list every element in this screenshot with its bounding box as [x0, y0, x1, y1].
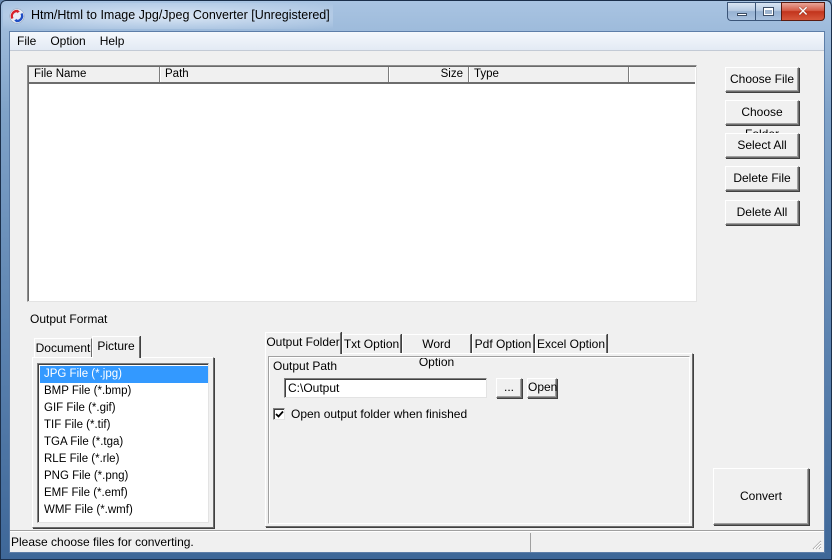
- tab-document[interactable]: Document: [34, 338, 92, 358]
- close-button[interactable]: ✕: [781, 2, 825, 21]
- menu-file[interactable]: File: [10, 32, 43, 50]
- tab-word-option[interactable]: Word Option: [402, 334, 471, 369]
- column-header-file-name[interactable]: File Name: [29, 67, 160, 82]
- minimize-icon: [736, 13, 747, 16]
- delete-file-button[interactable]: Delete File: [725, 166, 799, 191]
- format-item-tif[interactable]: TIF File (*.tif): [40, 417, 208, 434]
- format-list[interactable]: JPG File (*.jpg) BMP File (*.bmp) GIF Fi…: [37, 363, 209, 523]
- column-header-filler: [629, 67, 695, 82]
- output-format-label: Output Format: [30, 312, 108, 326]
- format-item-emf[interactable]: EMF File (*.emf): [40, 485, 208, 502]
- choose-file-button[interactable]: Choose File: [725, 67, 799, 92]
- format-item-wmf[interactable]: WMF File (*.wmf): [40, 502, 208, 519]
- format-item-rle[interactable]: RLE File (*.rle): [40, 451, 208, 468]
- status-message: Please choose files for converting.: [10, 533, 531, 552]
- menu-option[interactable]: Option: [43, 32, 92, 50]
- client-area: File Option Help File Name Path Size Typ…: [9, 31, 825, 553]
- open-folder-button[interactable]: Open: [527, 378, 557, 398]
- tab-excel-option[interactable]: Excel Option: [535, 334, 607, 354]
- delete-all-button[interactable]: Delete All: [725, 200, 799, 225]
- format-item-gif[interactable]: GIF File (*.gif): [40, 400, 208, 417]
- close-icon: ✕: [797, 3, 809, 20]
- picture-tab-panel: JPG File (*.jpg) BMP File (*.bmp) GIF Fi…: [32, 357, 214, 528]
- convert-button[interactable]: Convert: [713, 468, 809, 525]
- format-item-jpg[interactable]: JPG File (*.jpg): [40, 366, 208, 383]
- format-item-tga[interactable]: TGA File (*.tga): [40, 434, 208, 451]
- app-logo-icon: [9, 8, 25, 24]
- format-item-bmp[interactable]: BMP File (*.bmp): [40, 383, 208, 400]
- column-header-size[interactable]: Size: [389, 67, 469, 82]
- select-all-button[interactable]: Select All: [725, 133, 799, 158]
- maximize-button[interactable]: [755, 2, 781, 21]
- open-when-finished-checkbox[interactable]: [273, 408, 285, 420]
- app-window: Htm/Html to Image Jpg/Jpeg Converter [Un…: [0, 0, 832, 560]
- tab-txt-option[interactable]: Txt Option: [342, 334, 401, 354]
- browse-button[interactable]: ...: [496, 378, 522, 398]
- output-path-input[interactable]: [284, 378, 487, 398]
- file-list-header: File Name Path Size Type: [29, 67, 695, 84]
- choose-folder-button[interactable]: Choose Folder: [725, 100, 799, 141]
- format-item-png[interactable]: PNG File (*.png): [40, 468, 208, 485]
- maximize-icon: [763, 7, 774, 16]
- resize-grip-icon[interactable]: [810, 538, 822, 550]
- menu-help[interactable]: Help: [93, 32, 132, 50]
- minimize-button[interactable]: [727, 2, 755, 21]
- tab-output-folder[interactable]: Output Folder: [265, 332, 341, 354]
- file-list[interactable]: File Name Path Size Type: [27, 65, 697, 302]
- column-header-type[interactable]: Type: [469, 67, 629, 82]
- tab-pdf-option[interactable]: Pdf Option: [472, 334, 534, 354]
- output-path-label: Output Path: [273, 359, 338, 373]
- menu-bar: File Option Help: [10, 32, 824, 51]
- window-title: Htm/Html to Image Jpg/Jpeg Converter [Un…: [31, 8, 330, 22]
- tab-picture[interactable]: Picture: [92, 336, 140, 358]
- status-secondary: [533, 533, 824, 552]
- open-when-finished-label[interactable]: Open output folder when finished: [291, 407, 467, 421]
- title-bar[interactable]: Htm/Html to Image Jpg/Jpeg Converter [Un…: [1, 1, 831, 31]
- checkmark-icon: [275, 410, 284, 418]
- status-bar: Please choose files for converting.: [10, 530, 824, 552]
- column-header-path[interactable]: Path: [160, 67, 389, 82]
